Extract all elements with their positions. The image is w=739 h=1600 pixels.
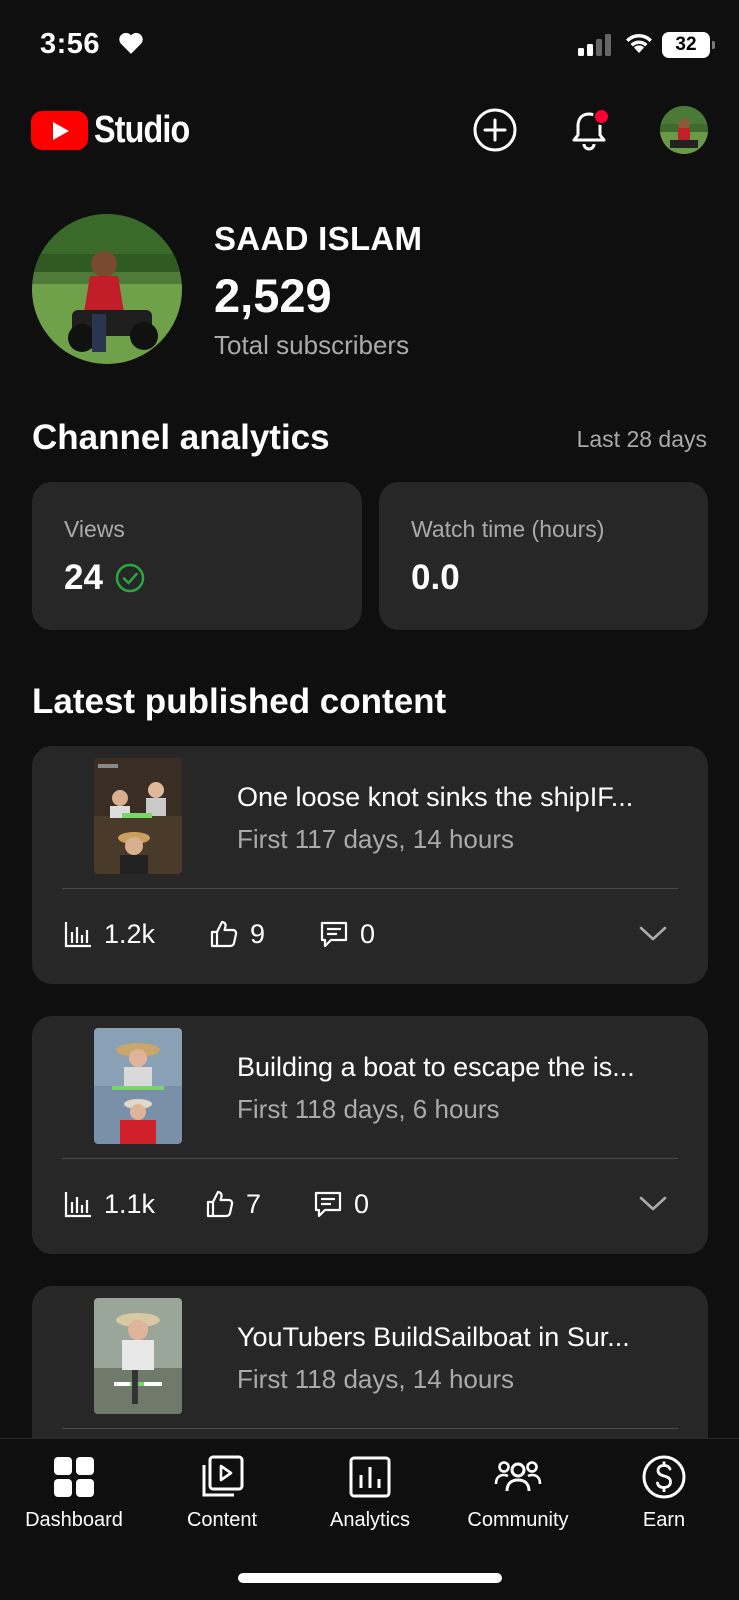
earn-icon xyxy=(642,1455,686,1499)
comment-icon xyxy=(314,1191,342,1218)
video-thumbnail-image xyxy=(94,1028,182,1144)
subscriber-label: Total subscribers xyxy=(214,330,410,360)
battery-icon: 32 xyxy=(662,32,715,58)
likes-stat: 9 xyxy=(208,918,265,950)
check-circle-icon xyxy=(115,563,145,593)
dashboard-icon xyxy=(54,1457,94,1497)
comment-icon xyxy=(320,921,348,948)
card-divider xyxy=(62,1428,678,1429)
home-indicator[interactable] xyxy=(238,1573,502,1583)
create-icon xyxy=(473,108,517,152)
status-time: 3:56 xyxy=(40,28,101,60)
video-age: First 118 days, 6 hours xyxy=(237,1094,500,1124)
video-thumbnail[interactable] xyxy=(94,758,182,874)
nav-analytics[interactable]: Analytics xyxy=(296,1453,444,1532)
account-avatar[interactable] xyxy=(660,106,708,154)
views-label: Views xyxy=(64,516,125,542)
chevron-down-icon[interactable] xyxy=(638,924,668,944)
views-stat: 1.1k xyxy=(62,1188,155,1220)
wifi-icon xyxy=(626,33,652,53)
likes-stat: 7 xyxy=(204,1188,261,1220)
video-age: First 118 days, 14 hours xyxy=(237,1364,514,1394)
views-card[interactable]: Views 24 xyxy=(32,482,362,630)
create-button[interactable] xyxy=(469,104,521,156)
content-icon xyxy=(202,1455,244,1497)
comments-count: 0 xyxy=(354,1188,370,1219)
analytics-period: Last 28 days xyxy=(576,426,707,452)
community-icon xyxy=(494,1461,542,1492)
card-divider xyxy=(62,888,678,889)
notifications-button[interactable] xyxy=(563,104,615,156)
channel-avatar[interactable] xyxy=(32,214,182,364)
account-avatar-image xyxy=(660,106,708,154)
watch-time-label: Watch time (hours) xyxy=(411,516,605,542)
content-card[interactable]: One loose knot sinks the shipIF... First… xyxy=(32,746,708,984)
bar-chart-icon xyxy=(64,922,91,948)
comments-stat: 0 xyxy=(318,918,375,950)
subscriber-count: 2,529 xyxy=(214,269,332,322)
comments-count: 0 xyxy=(360,918,376,949)
watch-time-card[interactable]: Watch time (hours) 0.0 xyxy=(379,482,708,630)
nav-label: Community xyxy=(467,1509,569,1531)
youtube-logo-icon xyxy=(31,110,88,150)
status-bar: 3:56 32 xyxy=(0,0,739,92)
latest-content-title: Latest published content xyxy=(32,682,447,721)
views-stat: 1.2k xyxy=(62,918,155,950)
content-card[interactable]: Building a boat to escape the is... Firs… xyxy=(32,1016,708,1254)
likes-count: 7 xyxy=(246,1188,262,1219)
video-thumbnail[interactable] xyxy=(94,1298,182,1414)
nav-content[interactable]: Content xyxy=(148,1453,296,1532)
nav-label: Earn xyxy=(642,1509,686,1531)
video-thumbnail-image xyxy=(94,1298,182,1414)
cellular-signal-icon xyxy=(578,34,611,56)
views-count: 1.1k xyxy=(104,1188,156,1219)
nav-community[interactable]: Community xyxy=(444,1453,592,1532)
nav-label: Analytics xyxy=(329,1509,411,1531)
video-thumbnail-image xyxy=(94,758,182,874)
video-thumbnail[interactable] xyxy=(94,1028,182,1144)
comments-stat: 0 xyxy=(312,1188,369,1220)
channel-avatar-image xyxy=(32,214,182,364)
likes-count: 9 xyxy=(250,918,266,949)
analytics-title: Channel analytics xyxy=(32,418,330,457)
card-divider xyxy=(62,1158,678,1159)
channel-name: SAAD ISLAM xyxy=(214,220,423,257)
bar-chart-icon xyxy=(64,1192,91,1218)
logo-text: Studio xyxy=(94,108,190,151)
thumbs-up-icon xyxy=(210,920,238,948)
video-title: Building a boat to escape the is... xyxy=(237,1052,635,1082)
watch-time-value: 0.0 xyxy=(411,558,460,597)
notification-badge xyxy=(593,108,610,125)
video-age: First 117 days, 14 hours xyxy=(237,824,514,854)
views-count: 1.2k xyxy=(104,918,156,949)
nav-dashboard[interactable]: Dashboard xyxy=(0,1453,148,1532)
video-title: YouTubers BuildSailboat in Sur... xyxy=(237,1322,630,1352)
video-title: One loose knot sinks the shipIF... xyxy=(237,782,634,812)
nav-earn[interactable]: Earn xyxy=(590,1453,738,1532)
heart-icon xyxy=(119,32,143,54)
views-value: 24 xyxy=(64,558,103,597)
views-value-row: 24 xyxy=(64,558,145,598)
thumbs-up-icon xyxy=(206,1190,234,1218)
nav-label: Dashboard xyxy=(25,1509,123,1531)
analytics-icon xyxy=(349,1456,391,1498)
nav-label: Content xyxy=(186,1509,258,1531)
chevron-down-icon[interactable] xyxy=(638,1194,668,1214)
studio-logo[interactable]: Studio xyxy=(31,108,206,151)
app-header: Studio xyxy=(0,92,739,172)
